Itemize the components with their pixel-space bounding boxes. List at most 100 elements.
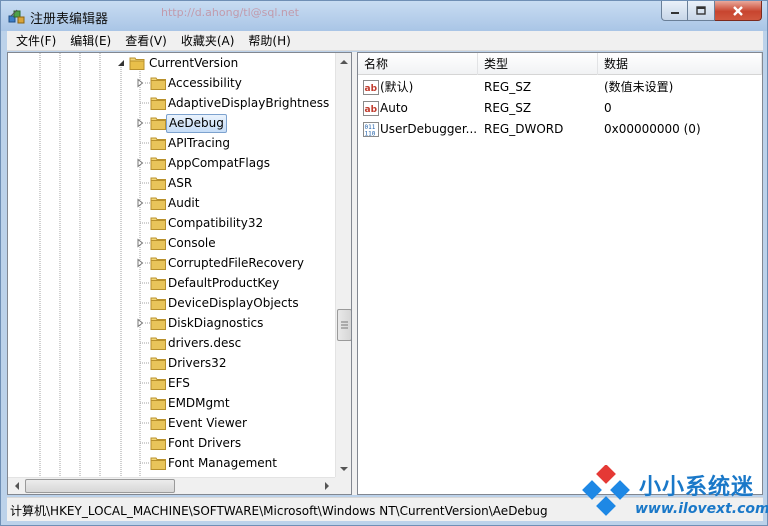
folder-icon <box>150 437 166 450</box>
cell-data: 0 <box>604 101 612 115</box>
scroll-down-arrow-icon <box>340 466 348 471</box>
folder-icon <box>150 397 166 410</box>
scroll-up-arrow-icon <box>340 59 348 64</box>
maximize-button[interactable] <box>688 1 715 21</box>
site-watermark: 小小系统迷 www.ilovext.com <box>579 465 768 525</box>
folder-icon <box>150 97 166 110</box>
status-path: 计算机\HKEY_LOCAL_MACHINE\SOFTWARE\Microsof… <box>10 504 548 518</box>
tree-node-label: Event Viewer <box>168 416 247 430</box>
tree-node-label: Console <box>168 236 216 250</box>
svg-text:ab: ab <box>365 84 378 94</box>
scroll-right-arrow-icon <box>324 482 329 490</box>
minimize-icon <box>670 11 679 14</box>
menu-view[interactable]: 查看(V) <box>118 31 174 51</box>
svg-text:110: 110 <box>365 131 376 138</box>
folder-icon <box>150 117 166 130</box>
expand-arrow-icon[interactable] <box>135 198 145 208</box>
cell-data: 0x00000000 (0) <box>604 122 701 136</box>
site-logo-icon <box>582 465 630 516</box>
table-row[interactable]: 011 110 UserDebugger... REG_DWORD 0x00000000… <box>358 119 762 140</box>
folder-icon <box>150 337 166 350</box>
column-type[interactable]: 类型 <box>478 53 598 75</box>
folder-icon <box>150 317 166 330</box>
cell-name: (默认) <box>380 80 414 94</box>
folder-icon <box>150 277 166 290</box>
menu-bar: 文件(F) 编辑(E) 查看(V) 收藏夹(A) 帮助(H) <box>7 31 763 51</box>
horizontal-scroll-thumb[interactable] <box>25 479 175 493</box>
close-button[interactable] <box>715 1 762 21</box>
scroll-down-button[interactable] <box>336 460 351 477</box>
folder-icon <box>150 237 166 250</box>
svg-text:ab: ab <box>365 105 378 115</box>
folder-open-icon <box>129 57 145 70</box>
scroll-left-button[interactable] <box>8 478 25 494</box>
folder-icon <box>150 257 166 270</box>
scroll-thumb[interactable] <box>337 309 351 341</box>
registry-tree[interactable]: CurrentVersion Accessibility AdaptiveDisp… <box>7 52 352 495</box>
column-data[interactable]: 数据 <box>598 53 762 75</box>
maximize-icon <box>696 5 706 15</box>
column-name[interactable]: 名称 <box>358 53 478 75</box>
grip-icon <box>341 321 348 329</box>
tree-node-label: Compatibility32 <box>168 216 264 230</box>
tree-node-label: EMDMgmt <box>168 396 230 410</box>
folder-icon <box>150 357 166 370</box>
string-value-icon: ab <box>363 80 379 95</box>
menu-help[interactable]: 帮助(H) <box>241 31 297 51</box>
menu-edit[interactable]: 编辑(E) <box>63 31 118 51</box>
folder-icon <box>150 177 166 190</box>
window-title: 注册表编辑器 <box>30 12 109 27</box>
expand-arrow-icon[interactable] <box>135 238 145 248</box>
expand-arrow-icon[interactable] <box>135 118 145 128</box>
string-value-icon: ab <box>363 101 379 116</box>
tree-node-label: DiskDiagnostics <box>168 316 264 330</box>
menu-file[interactable]: 文件(F) <box>9 31 63 51</box>
tree-node-label: DeviceDisplayObjects <box>168 296 299 310</box>
watermark-title: 小小系统迷 <box>639 475 755 500</box>
window-controls <box>661 1 762 21</box>
window-title-extra: http://d.ahong/tl@sql.net <box>161 6 299 19</box>
table-row[interactable]: ab (默认) REG_SZ (数值未设置) <box>358 77 762 98</box>
tree-node-label: APITracing <box>168 136 230 150</box>
tree-node-label: Drivers32 <box>168 356 227 370</box>
tree-node-label: EFS <box>168 376 190 390</box>
values-list[interactable]: 名称 类型 数据 ab (默认) REG_SZ (数值未设置) ab Auto REG_SZ… <box>357 52 763 495</box>
folder-icon <box>150 457 166 470</box>
title-bar[interactable]: 注册表编辑器 http://d.ahong/tl@sql.net <box>1 1 767 31</box>
tree-node-label: Font Drivers <box>168 436 242 450</box>
expand-arrow-icon[interactable] <box>135 318 145 328</box>
tree-node-label: ASR <box>168 176 193 190</box>
list-column-header: 名称 类型 数据 <box>358 53 762 75</box>
regedit-window: 注册表编辑器 http://d.ahong/tl@sql.net 文件(F) 编… <box>0 0 768 526</box>
cell-name: Auto <box>380 101 408 115</box>
tree-node-label: AppCompatFlags <box>168 156 270 170</box>
expand-arrow-icon[interactable] <box>135 78 145 88</box>
tree-node-label: Font Management <box>168 456 277 470</box>
folder-icon <box>150 417 166 430</box>
tree-horizontal-scrollbar[interactable] <box>8 477 335 494</box>
expand-arrow-icon[interactable] <box>135 258 145 268</box>
tree-node-label: DefaultProductKey <box>168 276 280 290</box>
collapse-arrow-icon[interactable] <box>116 58 126 68</box>
tree-vertical-scrollbar[interactable] <box>335 53 351 477</box>
tree-node-label: AdaptiveDisplayBrightness <box>168 96 330 110</box>
close-icon <box>733 5 743 16</box>
folder-icon <box>150 77 166 90</box>
scroll-right-button[interactable] <box>318 478 335 494</box>
table-row[interactable]: ab Auto REG_SZ 0 <box>358 98 762 119</box>
folder-icon <box>150 157 166 170</box>
binary-value-icon: 011110 <box>363 122 379 137</box>
tree-node-label: Audit <box>168 196 200 210</box>
scroll-corner <box>335 477 351 494</box>
tree-node-label: drivers.desc <box>168 336 242 350</box>
folder-icon <box>150 217 166 230</box>
expand-arrow-icon[interactable] <box>135 158 145 168</box>
tree-node-label: Accessibility <box>168 76 242 90</box>
scroll-left-arrow-icon <box>14 482 19 490</box>
menu-favorites[interactable]: 收藏夹(A) <box>174 31 242 51</box>
tree-node-label: CorruptedFileRecovery <box>168 256 305 270</box>
scroll-up-button[interactable] <box>336 53 351 70</box>
cell-data: (数值未设置) <box>604 80 674 94</box>
minimize-button[interactable] <box>661 1 688 21</box>
cell-type: REG_SZ <box>484 101 532 115</box>
